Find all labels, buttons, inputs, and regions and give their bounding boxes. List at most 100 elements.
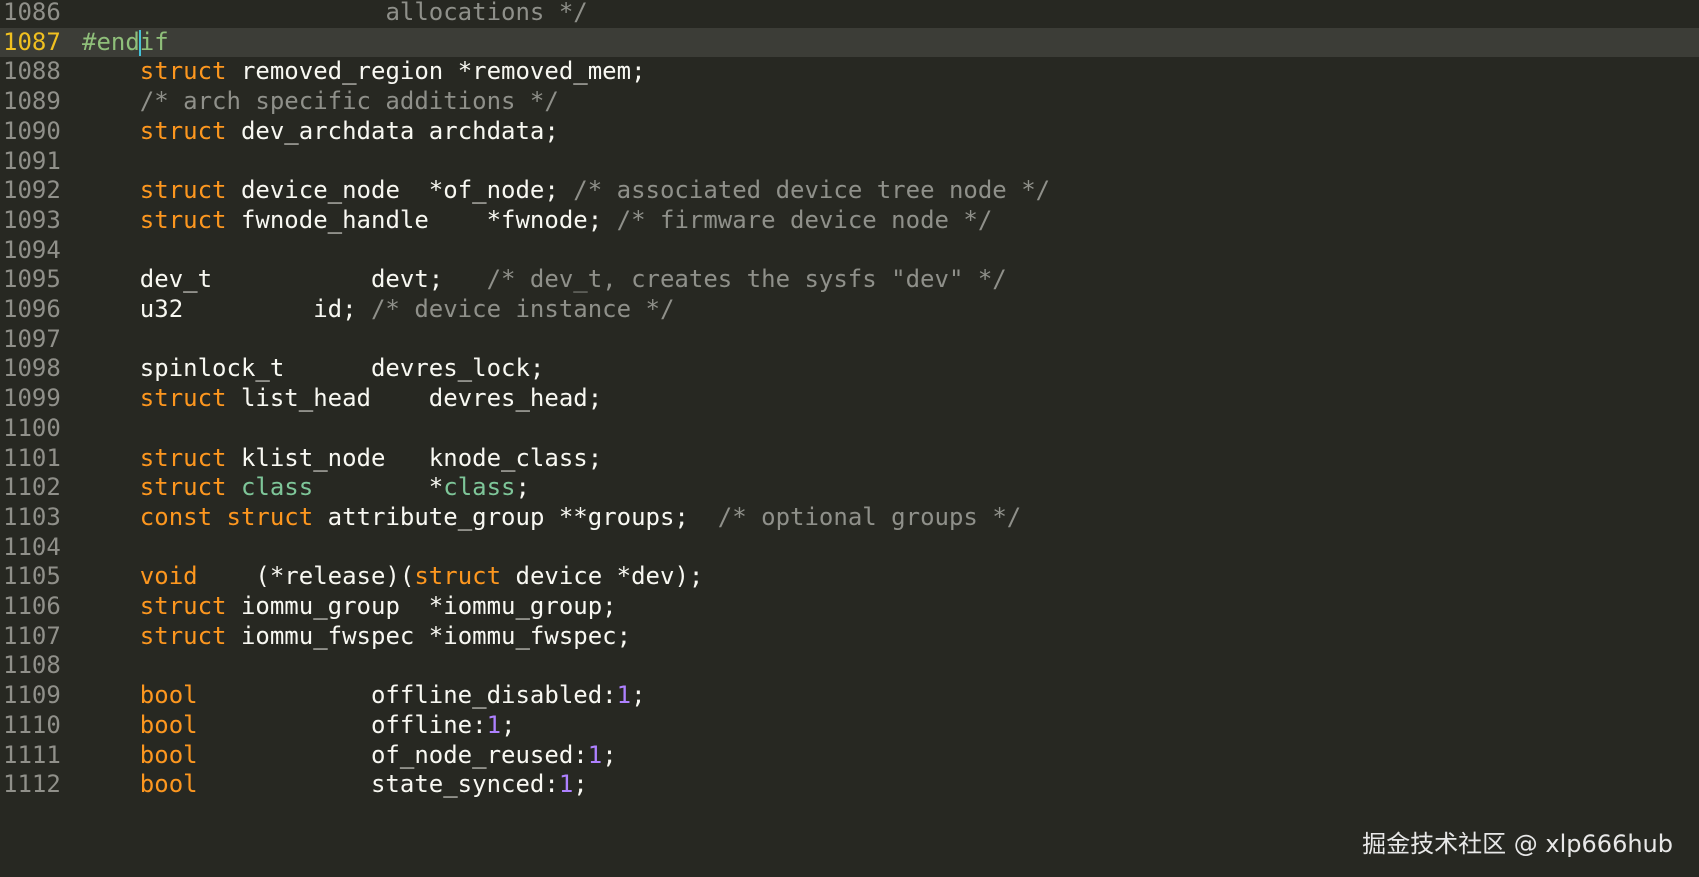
- token-id: [82, 562, 140, 590]
- code-text: struct fwnode_handle *fwnode; /* firmwar…: [82, 205, 993, 236]
- line-number: 1089: [3, 87, 61, 116]
- code-line[interactable]: 1094: [0, 236, 1699, 266]
- code-text: allocations */: [82, 0, 588, 28]
- code-line[interactable]: 1100: [0, 414, 1699, 444]
- token-cmt: /* device instance */: [370, 295, 675, 323]
- code-line[interactable]: 1107 struct iommu_fwspec *iommu_fwspec;: [0, 622, 1699, 652]
- code-line[interactable]: 1090 struct dev_archdata archdata;: [0, 117, 1699, 147]
- line-number: 1091: [3, 146, 61, 175]
- token-id: [82, 770, 140, 798]
- code-editor[interactable]: 1086 allocations */1087 #endif 1088 struct…: [0, 0, 1699, 877]
- line-number: 1093: [3, 205, 61, 234]
- code-text: #endif: [82, 28, 169, 58]
- line-number: 1108: [3, 651, 61, 680]
- token-kw: struct: [139, 57, 227, 86]
- code-line[interactable]: 1109 bool offline_disabled:1;: [0, 681, 1699, 711]
- code-line[interactable]: 1108: [0, 651, 1699, 681]
- token-id: [212, 503, 226, 531]
- token-kw: bool: [139, 770, 198, 799]
- token-cmt: allocations */: [385, 0, 588, 26]
- token-cmt: /* dev_t, creates the sysfs "dev" */: [486, 265, 1007, 294]
- token-id: dev_t devt;: [82, 265, 487, 294]
- code-text: bool state_synced:1;: [82, 770, 588, 800]
- code-line[interactable]: 1102 struct class *class;: [0, 473, 1699, 503]
- token-id: [82, 87, 140, 115]
- code-line[interactable]: 1097: [0, 325, 1699, 355]
- code-line[interactable]: 1105 void (*release)(struct device *dev)…: [0, 562, 1699, 592]
- token-id: [82, 592, 140, 620]
- line-number: 1086: [3, 0, 61, 26]
- code-line[interactable]: 1106 struct iommu_group *iommu_group;: [0, 592, 1699, 622]
- token-id: ;: [573, 770, 588, 799]
- token-id: [82, 741, 140, 769]
- token-id: klist_node knode_class;: [226, 443, 603, 472]
- code-line[interactable]: 1099 struct list_head devres_head;: [0, 384, 1699, 414]
- token-id: removed_region *removed_mem;: [226, 57, 646, 86]
- token-pre: if: [139, 27, 169, 56]
- line-number: 1096: [3, 295, 61, 323]
- code-line[interactable]: 1104: [0, 533, 1699, 563]
- line-number: 1105: [3, 562, 61, 591]
- token-kw: bool: [139, 740, 198, 769]
- token-num: 1: [587, 740, 603, 769]
- line-number: 1090: [3, 116, 61, 145]
- line-number: 1088: [3, 57, 61, 86]
- code-line[interactable]: 1111 bool of_node_reused:1;: [0, 741, 1699, 771]
- token-id: [82, 0, 385, 26]
- code-line[interactable]: 1095 dev_t devt; /* dev_t, creates the s…: [0, 265, 1699, 295]
- code-text: dev_t devt; /* dev_t, creates the sysfs …: [82, 265, 1007, 295]
- token-id: [82, 206, 140, 234]
- token-id: [82, 711, 140, 739]
- code-line[interactable]: 1091: [0, 147, 1699, 177]
- code-text: void (*release)(struct device *dev);: [82, 562, 704, 592]
- token-id: ;: [602, 740, 617, 769]
- code-line[interactable]: 1110 bool offline:1;: [0, 711, 1699, 741]
- code-line[interactable]: 1096 u32 id; /* device instance */: [0, 295, 1699, 325]
- token-cmt: /* optional groups */: [717, 502, 1022, 531]
- line-number: 1100: [3, 413, 61, 442]
- token-id: of_node_reused:: [197, 740, 588, 769]
- line-number: 1109: [3, 681, 61, 710]
- line-number: 1095: [3, 265, 61, 294]
- code-text: struct iommu_group *iommu_group;: [82, 592, 617, 622]
- token-cmt: /* firmware device node */: [616, 205, 993, 234]
- code-text: const struct attribute_group **groups; /…: [82, 503, 1021, 533]
- code-line[interactable]: 1112 bool state_synced:1;: [0, 770, 1699, 800]
- code-line[interactable]: 1093 struct fwnode_handle *fwnode; /* fi…: [0, 206, 1699, 236]
- code-text: bool offline_disabled:1;: [82, 681, 646, 711]
- line-number: 1107: [3, 621, 61, 650]
- line-number: 1101: [3, 443, 61, 472]
- code-text: struct iommu_fwspec *iommu_fwspec;: [82, 622, 631, 652]
- line-number: 1097: [3, 324, 61, 353]
- token-id: [82, 503, 140, 531]
- code-line[interactable]: 1088 struct removed_region *removed_mem;: [0, 57, 1699, 87]
- token-id: [82, 622, 140, 650]
- code-text: bool of_node_reused:1;: [82, 741, 617, 771]
- code-line[interactable]: 1101 struct klist_node knode_class;: [0, 444, 1699, 474]
- token-pre: #end: [82, 27, 140, 56]
- code-text: struct klist_node knode_class;: [82, 444, 602, 474]
- line-number: 1102: [3, 473, 61, 502]
- token-id: *: [313, 473, 444, 502]
- code-line[interactable]: 1098 spinlock_t devres_lock;: [0, 354, 1699, 384]
- token-type: class: [443, 473, 516, 502]
- token-kw: const: [139, 502, 213, 531]
- token-id: [82, 117, 140, 145]
- code-line[interactable]: 1089 /* arch specific additions */: [0, 87, 1699, 117]
- token-id: [82, 444, 140, 472]
- code-text: struct class *class;: [82, 473, 530, 503]
- code-text: struct dev_archdata archdata;: [82, 117, 559, 147]
- code-line[interactable]: 1092 struct device_node *of_node; /* ass…: [0, 176, 1699, 206]
- line-number: 1099: [3, 384, 61, 413]
- token-kw: bool: [139, 681, 198, 710]
- code-line[interactable]: 1087 #endif: [0, 27, 1699, 58]
- token-num: 1: [558, 770, 574, 799]
- token-kw: struct: [139, 592, 227, 620]
- code-line[interactable]: 1103 const struct attribute_group **grou…: [0, 503, 1699, 533]
- token-id: [82, 176, 140, 204]
- code-line[interactable]: 1086 allocations */: [0, 0, 1699, 28]
- line-number: 1104: [3, 532, 61, 561]
- code-text: /* arch specific additions */: [82, 87, 559, 117]
- token-kw: struct: [139, 384, 227, 413]
- token-id: state_synced:: [197, 770, 559, 799]
